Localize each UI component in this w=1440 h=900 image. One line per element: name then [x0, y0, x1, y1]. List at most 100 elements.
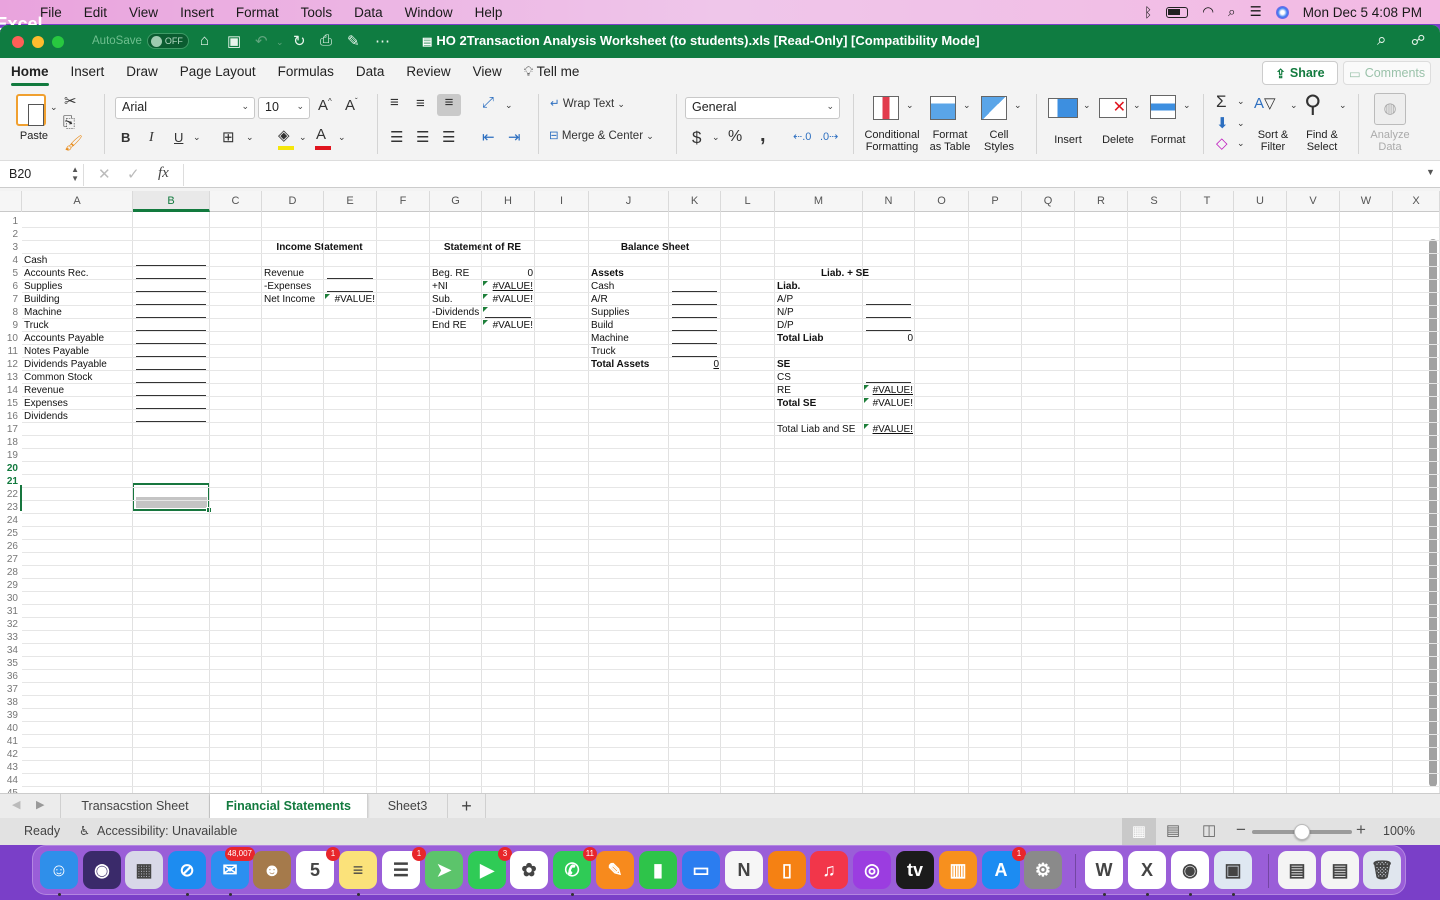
cell-styles-icon[interactable]: [981, 96, 1007, 120]
expand-formula-bar-icon[interactable]: ▼: [1426, 167, 1435, 177]
column-header-r[interactable]: R: [1075, 191, 1128, 212]
orientation-icon[interactable]: ⤢: [482, 94, 494, 111]
column-header-k[interactable]: K: [669, 191, 721, 212]
find-select-label[interactable]: Find & Select: [1301, 129, 1343, 153]
format-as-table-label[interactable]: Format as Table: [924, 129, 976, 153]
align-bottom-icon[interactable]: ≡: [437, 94, 461, 116]
align-right-icon[interactable]: ☰: [442, 128, 455, 146]
scroll-tabs-left-icon[interactable]: ◀: [12, 798, 20, 811]
dock-app-app-store[interactable]: A1: [982, 847, 1026, 889]
row-header-3[interactable]: 3: [0, 241, 22, 254]
row-header-38[interactable]: 38: [0, 696, 22, 709]
chevron-down-icon[interactable]: ⌄: [1237, 118, 1245, 129]
dock-app-books[interactable]: ▥: [939, 851, 977, 889]
dock-app-apple-tv[interactable]: tv: [896, 851, 934, 889]
row-header-2[interactable]: 2: [0, 228, 22, 241]
row-header-32[interactable]: 32: [0, 618, 22, 631]
row-header-27[interactable]: 27: [0, 553, 22, 566]
insert-cells-label[interactable]: Insert: [1046, 134, 1090, 146]
dock-app-trash[interactable]: 🗑: [1363, 851, 1401, 889]
home-icon[interactable]: ⌂: [200, 32, 209, 49]
page-layout-view-button[interactable]: ▤: [1166, 821, 1180, 839]
dock-app-numbers[interactable]: ▮: [639, 851, 677, 889]
align-center-icon[interactable]: ☰: [416, 128, 429, 146]
dock-app-word[interactable]: W: [1085, 851, 1123, 889]
currency-button[interactable]: $: [692, 128, 701, 148]
dock-app-photos[interactable]: ✿: [510, 851, 548, 889]
row-header-16[interactable]: 16: [0, 410, 22, 423]
tab-view[interactable]: View: [462, 58, 513, 88]
column-header-b[interactable]: B: [133, 191, 210, 212]
row-header-19[interactable]: 19: [0, 449, 22, 462]
dock-app-launchpad[interactable]: ▦: [125, 851, 163, 889]
increase-indent-icon[interactable]: ⇥: [508, 128, 521, 146]
clear-icon[interactable]: ◇: [1216, 134, 1228, 152]
sort-filter-label[interactable]: Sort & Filter: [1252, 129, 1294, 153]
row-header-8[interactable]: 8: [0, 306, 22, 319]
row-header-12[interactable]: 12: [0, 358, 22, 371]
row-header-39[interactable]: 39: [0, 709, 22, 722]
tab-review[interactable]: Review: [395, 58, 461, 88]
column-header-q[interactable]: Q: [1022, 191, 1075, 212]
increase-font-size-icon[interactable]: A^: [318, 97, 332, 114]
row-header-35[interactable]: 35: [0, 657, 22, 670]
row-header-44[interactable]: 44: [0, 774, 22, 787]
dock-app-facetime[interactable]: ▶ 3: [468, 847, 512, 889]
share-button[interactable]: ⇪ Share: [1262, 61, 1338, 85]
tab-page-layout[interactable]: Page Layout: [169, 58, 267, 88]
column-header-s[interactable]: S: [1128, 191, 1181, 212]
zoom-slider-knob[interactable]: [1294, 824, 1310, 840]
print-icon[interactable]: ⎙: [320, 32, 332, 49]
row-header-18[interactable]: 18: [0, 436, 22, 449]
zoom-window-button[interactable]: [52, 36, 64, 48]
row-header-5[interactable]: 5: [0, 267, 22, 280]
delete-cells-icon[interactable]: ✕: [1099, 98, 1127, 118]
decrease-font-size-icon[interactable]: Aˇ: [345, 97, 358, 114]
clock[interactable]: Mon Dec 5 4:08 PM: [1303, 5, 1422, 20]
battery-icon[interactable]: [1166, 6, 1189, 18]
menu-tools[interactable]: Tools: [290, 5, 344, 20]
menu-edit[interactable]: Edit: [73, 5, 118, 20]
column-header-w[interactable]: W: [1340, 191, 1393, 212]
currency-dropdown-icon[interactable]: ⌄: [712, 132, 720, 143]
zoom-out-button[interactable]: −: [1236, 820, 1246, 840]
column-header-v[interactable]: V: [1287, 191, 1340, 212]
column-header-g[interactable]: G: [430, 191, 482, 212]
search-icon[interactable]: ⌕: [1377, 30, 1387, 50]
dock-app-contacts[interactable]: ☻: [253, 851, 291, 889]
conditional-formatting-label[interactable]: Conditional Formatting: [860, 129, 924, 153]
column-header-a[interactable]: A: [22, 191, 133, 212]
menu-insert[interactable]: Insert: [169, 5, 225, 20]
paste-button[interactable]: [16, 94, 46, 126]
tab-formulas[interactable]: Formulas: [267, 58, 345, 88]
tab-data[interactable]: Data: [345, 58, 396, 88]
chevron-down-icon[interactable]: ⌄: [1083, 100, 1091, 111]
column-header-x[interactable]: X: [1393, 191, 1440, 212]
menu-format[interactable]: Format: [225, 5, 290, 20]
tell-me[interactable]: 💡︎ Tell me: [513, 58, 591, 88]
analyze-data-icon[interactable]: ◍: [1374, 93, 1406, 125]
column-header-c[interactable]: C: [210, 191, 262, 212]
column-header-t[interactable]: T: [1181, 191, 1234, 212]
formula-input[interactable]: [183, 164, 1413, 186]
increase-decimal-icon[interactable]: ⇠.0: [793, 130, 811, 143]
dock-app-excel[interactable]: X: [1128, 851, 1166, 889]
row-header-21[interactable]: 21: [0, 475, 22, 488]
row-header-22[interactable]: 22: [0, 488, 22, 501]
number-format-dropdown[interactable]: General ⌄: [685, 97, 840, 119]
format-painter-icon[interactable]: 🖌︎: [64, 134, 83, 152]
name-box-stepper-icon[interactable]: ▲ ▼: [71, 165, 79, 183]
menu-window[interactable]: Window: [394, 5, 464, 20]
sheet-tab-financial-statements[interactable]: Financial Statements: [210, 794, 368, 818]
column-header-i[interactable]: I: [535, 191, 589, 212]
save-as-icon[interactable]: ✎: [347, 32, 360, 50]
siri-icon[interactable]: [1275, 5, 1289, 19]
copy-icon[interactable]: ⎘: [63, 114, 75, 131]
font-size-dropdown[interactable]: 10 ⌄: [258, 97, 310, 119]
bold-button[interactable]: B: [121, 130, 130, 145]
row-header-41[interactable]: 41: [0, 735, 22, 748]
delete-cells-label[interactable]: Delete: [1096, 134, 1140, 146]
zoom-level[interactable]: 100%: [1383, 824, 1415, 838]
chevron-down-icon[interactable]: ⌄: [1133, 100, 1141, 111]
chevron-down-icon[interactable]: ⌄: [1014, 100, 1022, 111]
